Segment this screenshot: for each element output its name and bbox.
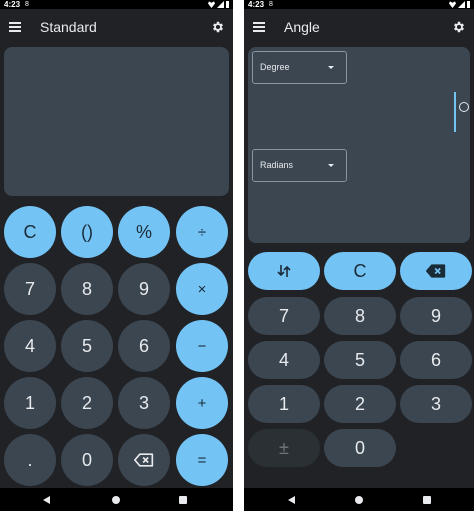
from-unit-select[interactable]: Degree — [252, 51, 347, 84]
input-value[interactable]: 0 — [459, 102, 469, 112]
to-unit-select[interactable]: Radians — [252, 149, 347, 182]
status-notification: 8 — [269, 1, 273, 8]
back-icon[interactable] — [43, 496, 50, 504]
recent-apps-icon[interactable] — [179, 496, 187, 504]
digit-6-button[interactable]: 6 — [118, 320, 170, 372]
signal-icon — [217, 1, 224, 8]
page-title: Angle — [284, 19, 320, 35]
status-icons — [449, 1, 470, 8]
page-title: Standard — [40, 19, 97, 35]
battery-icon — [226, 1, 229, 8]
digit-1-button[interactable]: 1 — [248, 385, 320, 423]
digit-3-button[interactable]: 3 — [400, 385, 472, 423]
clear-button[interactable]: C — [4, 206, 56, 258]
clear-button[interactable]: C — [324, 252, 396, 290]
digit-0-button[interactable]: 0 — [324, 429, 396, 467]
to-unit-label: Radians — [260, 160, 294, 170]
digit-7-button[interactable]: 7 — [4, 263, 56, 315]
percent-button[interactable]: % — [118, 206, 170, 258]
digit-9-button[interactable]: 9 — [118, 263, 170, 315]
home-icon[interactable] — [112, 496, 120, 504]
from-unit-label: Degree — [260, 62, 290, 72]
equals-button[interactable]: = — [176, 434, 228, 486]
backspace-icon — [134, 453, 154, 467]
conversion-panel: Degree 0 Radians — [248, 47, 470, 243]
app-bar: Angle — [244, 9, 474, 45]
signal-icon — [458, 1, 465, 8]
divide-button[interactable]: ÷ — [176, 206, 228, 258]
digit-4-button[interactable]: 4 — [248, 341, 320, 379]
digit-3-button[interactable]: 3 — [118, 377, 170, 429]
heart-icon — [208, 1, 215, 8]
navigation-bar — [244, 488, 474, 511]
status-icons — [208, 1, 229, 8]
parentheses-button[interactable]: () — [61, 206, 113, 258]
digit-8-button[interactable]: 8 — [324, 297, 396, 335]
digit-2-button[interactable]: 2 — [324, 385, 396, 423]
angle-converter-screen: 4:23 8 Angle Degree 0 Radians C — [244, 0, 474, 511]
home-icon[interactable] — [355, 496, 363, 504]
app-bar: Standard — [0, 9, 233, 45]
plus-button[interactable]: + — [176, 377, 228, 429]
multiply-button[interactable]: × — [176, 263, 228, 315]
digit-5-button[interactable]: 5 — [61, 320, 113, 372]
digit-4-button[interactable]: 4 — [4, 320, 56, 372]
status-bar: 4:23 8 — [0, 0, 233, 9]
calculator-display — [4, 47, 229, 196]
backspace-icon — [426, 264, 446, 278]
swap-units-button[interactable] — [248, 252, 320, 290]
minus-button[interactable]: − — [176, 320, 228, 372]
heart-icon — [449, 1, 456, 8]
back-icon[interactable] — [288, 496, 295, 504]
dropdown-arrow-icon — [328, 164, 334, 167]
navigation-bar — [0, 488, 233, 511]
status-bar: 4:23 8 — [244, 0, 474, 9]
digit-0-button[interactable]: 0 — [61, 434, 113, 486]
recent-apps-icon[interactable] — [423, 496, 431, 504]
menu-icon[interactable] — [9, 22, 21, 32]
battery-icon — [467, 1, 470, 8]
digit-9-button[interactable]: 9 — [400, 297, 472, 335]
plus-minus-button[interactable]: ± — [248, 429, 320, 467]
digit-5-button[interactable]: 5 — [324, 341, 396, 379]
gear-icon[interactable] — [452, 20, 466, 34]
input-cursor — [454, 92, 456, 132]
status-time: 4:23 — [4, 0, 21, 9]
digit-1-button[interactable]: 1 — [4, 377, 56, 429]
digit-6-button[interactable]: 6 — [400, 341, 472, 379]
status-notification: 8 — [25, 1, 29, 8]
backspace-button[interactable] — [118, 434, 170, 486]
swap-arrows-icon — [277, 265, 291, 277]
standard-calculator-screen: 4:23 8 Standard C () % ÷ 7 8 9 × 4 5 6 −… — [0, 0, 233, 511]
digit-2-button[interactable]: 2 — [61, 377, 113, 429]
dropdown-arrow-icon — [328, 66, 334, 69]
digit-7-button[interactable]: 7 — [248, 297, 320, 335]
gear-icon[interactable] — [211, 20, 225, 34]
status-time: 4:23 — [248, 0, 265, 9]
decimal-button[interactable]: . — [4, 434, 56, 486]
menu-icon[interactable] — [253, 22, 265, 32]
digit-8-button[interactable]: 8 — [61, 263, 113, 315]
backspace-button[interactable] — [400, 252, 472, 290]
